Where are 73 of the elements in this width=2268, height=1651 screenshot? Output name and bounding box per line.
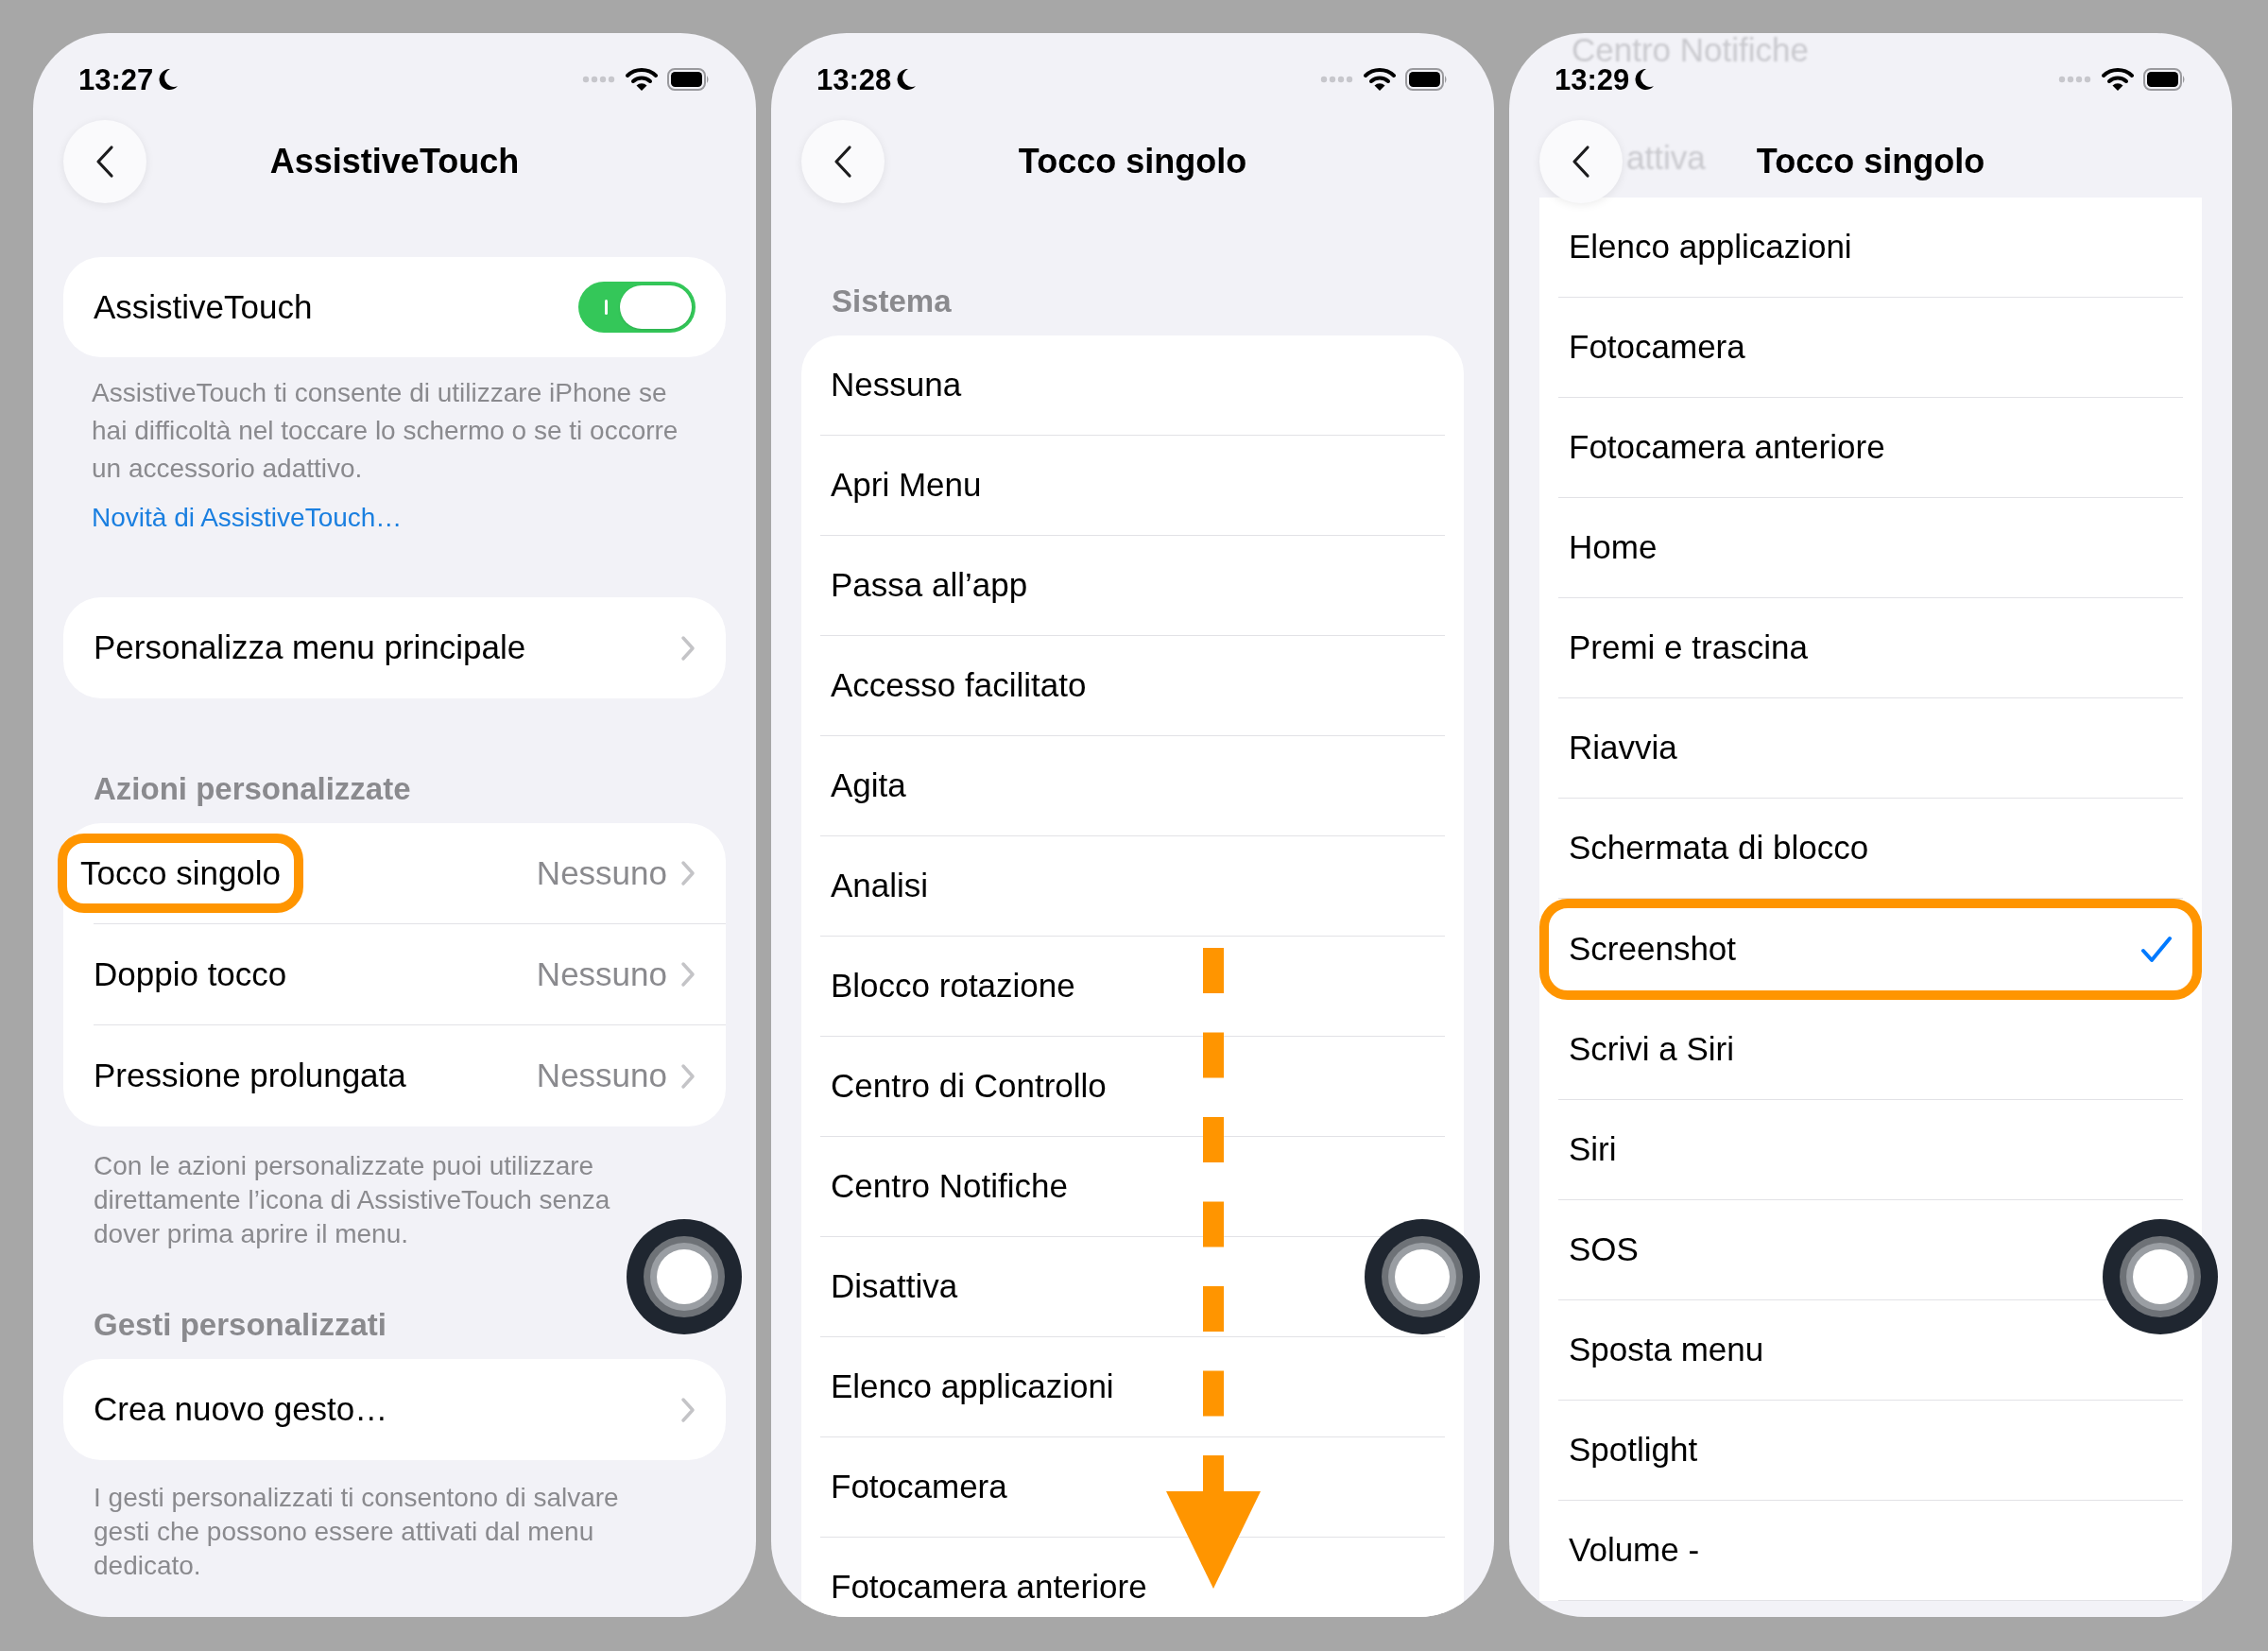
row-label[interactable]: Personalizza menu principale: [94, 623, 526, 673]
status-time: 13:27: [78, 64, 154, 95]
back-icon: [1572, 145, 1590, 179]
section-header: Sistema: [831, 283, 953, 320]
checkmark-icon: [2140, 935, 2173, 964]
option-row[interactable]: Schermata di blocco: [1569, 799, 1869, 898]
option-row[interactable]: Fotocamera anteriore: [1569, 398, 1885, 497]
option-row[interactable]: Agita: [831, 736, 906, 835]
toggle-label: AssistiveTouch: [94, 286, 313, 327]
section-header: Azioni personalizzate: [93, 770, 412, 808]
whats-new-link[interactable]: Novità di AssistiveTouch…: [92, 499, 403, 537]
option-row[interactable]: Accesso facilitato: [831, 636, 1087, 735]
row-label[interactable]: Tocco singolo: [58, 833, 304, 914]
option-row[interactable]: Volume -: [1569, 1501, 1700, 1600]
row-label[interactable]: Doppio tocco: [94, 949, 287, 1000]
chevron-icon: [680, 860, 696, 886]
row-value: Nessuno: [536, 852, 667, 893]
option-row[interactable]: Elenco applicazioni: [831, 1337, 1114, 1436]
option-row[interactable]: Nessuna: [831, 335, 962, 435]
actions-note: Con le azioni personalizzate puoi utilizzare direttamente l’icona di AssistiveTouch senza dover prima aprire il menu.: [93, 1150, 611, 1250]
row-label[interactable]: Crea nuovo gesto…: [94, 1384, 388, 1435]
option-row[interactable]: Fotocamera: [831, 1437, 1007, 1537]
toggle-note: AssistiveTouch ti consente di utilizzare iPhone se hai difficoltà nel toccare lo schermo o se ti occorre un accessorio adattivo.: [91, 377, 679, 485]
chevron-icon: [680, 1396, 696, 1423]
option-row[interactable]: Spotlight: [1569, 1401, 1698, 1500]
row-value: Nessuno: [536, 954, 667, 994]
option-row[interactable]: Elenco applicazioni: [1569, 198, 1852, 297]
gesture-card[interactable]: Crea nuovo gesto…: [63, 1359, 726, 1460]
chevron-icon: [680, 961, 696, 988]
chevron-icon: [680, 1062, 696, 1090]
chevron-icon: [680, 634, 696, 662]
option-row[interactable]: Home: [1569, 498, 1658, 597]
back-icon: [95, 145, 114, 179]
option-row[interactable]: Apri Menu: [831, 436, 982, 535]
screen-title: Tocco singolo: [1018, 141, 1247, 182]
battery-icon: [1405, 68, 1449, 91]
option-row[interactable]: Blocco rotazione: [831, 937, 1075, 1036]
row-label[interactable]: Pressione prolungata: [94, 1051, 406, 1101]
section-header: Gesti personalizzati: [93, 1306, 387, 1344]
wifi-icon: [1364, 67, 1396, 92]
option-row[interactable]: SOS: [1569, 1200, 1639, 1299]
option-row[interactable]: Passa all’app: [831, 536, 1028, 635]
option-row[interactable]: Disattiva: [831, 1237, 958, 1336]
option-row[interactable]: Centro Notifiche: [831, 1137, 1068, 1236]
signal-icon: [2058, 76, 2092, 83]
floating-home-button-icon[interactable]: [627, 1219, 742, 1334]
back-icon: [833, 145, 852, 179]
screen-title: AssistiveTouch: [269, 141, 520, 182]
wifi-icon: [2102, 67, 2134, 92]
toggle-switch[interactable]: [578, 282, 696, 333]
floating-home-button-icon[interactable]: [1365, 1219, 1480, 1334]
option-row[interactable]: Premi e trascina: [1569, 598, 1808, 697]
option-row[interactable]: Siri: [1569, 1100, 1617, 1199]
floating-home-button-icon[interactable]: [2103, 1219, 2218, 1334]
signal-icon: [1320, 76, 1354, 83]
gestures-note: I gesti personalizzati ti consentono di salvare gesti che possono essere attivati dal menu dedicato.: [93, 1482, 620, 1582]
option-row[interactable]: Screenshot: [1539, 899, 2202, 1000]
option-row[interactable]: Analisi: [831, 836, 929, 936]
status-time: 13:29: [1555, 64, 1630, 95]
option-row[interactable]: Sposta menu: [1569, 1300, 1764, 1400]
option-row[interactable]: Fotocamera: [1569, 298, 1745, 397]
option-row[interactable]: Scrivi a Siri: [1569, 1000, 1735, 1099]
wifi-icon: [626, 67, 658, 92]
option-row[interactable]: Riavvia: [1569, 698, 1677, 798]
battery-icon: [2143, 68, 2187, 91]
signal-icon: [582, 76, 616, 83]
menu-card[interactable]: Personalizza menu principale: [63, 597, 726, 698]
row-value: Nessuno: [536, 1056, 667, 1096]
option-row[interactable]: Fotocamera anteriore: [831, 1538, 1147, 1617]
screen-title: Tocco singolo: [1756, 141, 1985, 182]
status-time: 13:28: [816, 64, 892, 95]
battery-icon: [667, 68, 711, 91]
option-row[interactable]: Centro di Controllo: [831, 1037, 1107, 1136]
